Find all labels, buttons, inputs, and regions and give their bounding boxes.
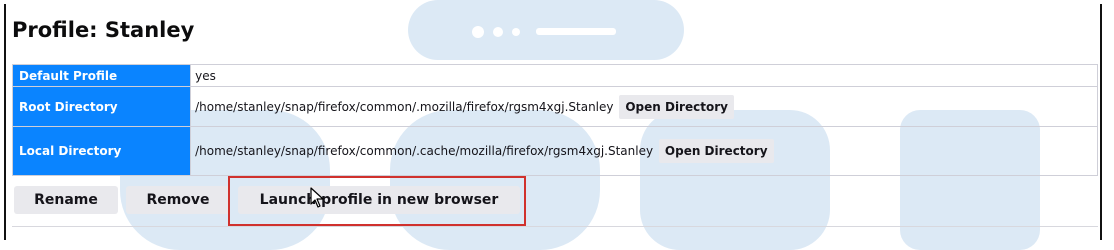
open-local-directory-button[interactable]: Open Directory (658, 139, 774, 163)
remove-button[interactable]: Remove (126, 186, 230, 214)
row-value-local-directory: /home/stanley/snap/firefox/common/.cache… (190, 126, 1098, 176)
page-title: Profile: Stanley (12, 18, 195, 42)
profile-info-table: Default Profile yes Root Directory /home… (11, 64, 1098, 176)
rename-button[interactable]: Rename (14, 186, 118, 214)
default-profile-value: yes (195, 68, 216, 83)
row-label-default-profile: Default Profile (11, 64, 192, 87)
row-value-default-profile: yes (190, 64, 1098, 87)
table-row: Default Profile yes (11, 64, 1098, 87)
local-directory-path: /home/stanley/snap/firefox/common/.cache… (195, 144, 654, 158)
row-label-root-directory: Root Directory (11, 86, 192, 127)
root-directory-path: /home/stanley/snap/firefox/common/.mozil… (195, 99, 614, 114)
table-row: Root Directory /home/stanley/snap/firefo… (11, 86, 1098, 127)
table-row: Local Directory /home/stanley/snap/firef… (11, 126, 1098, 176)
open-root-directory-button[interactable]: Open Directory (619, 94, 734, 119)
mouse-pointer-icon (310, 187, 324, 208)
row-label-local-directory: Local Directory (11, 126, 192, 176)
divider (12, 226, 1098, 227)
launch-profile-button[interactable]: Launch profile in new browser (238, 186, 520, 214)
row-value-root-directory: /home/stanley/snap/firefox/common/.mozil… (190, 86, 1098, 127)
